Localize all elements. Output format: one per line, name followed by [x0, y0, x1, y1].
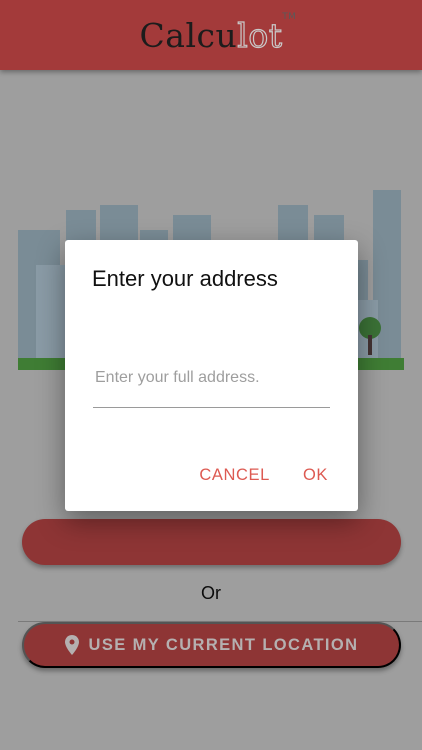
app-header: Calculot TM [0, 0, 422, 70]
map-pin-icon [64, 635, 79, 655]
logo-text-secondary: lot [237, 15, 283, 55]
use-current-location-button[interactable]: USE MY CURRENT LOCATION [22, 622, 401, 668]
logo-text-primary: Calcu [139, 15, 238, 55]
app-logo: Calculot TM [139, 12, 296, 55]
trademark-mark: TM [282, 11, 297, 22]
dialog-actions: CANCEL OK [199, 466, 328, 485]
address-dialog: Enter your address CANCEL OK [65, 240, 358, 511]
location-button-label: USE MY CURRENT LOCATION [88, 635, 359, 654]
or-separator-text: Or [201, 583, 221, 603]
ok-button[interactable]: OK [303, 466, 328, 485]
dialog-title: Enter your address [92, 266, 278, 291]
address-input[interactable] [93, 348, 330, 408]
enter-address-button[interactable] [22, 519, 401, 565]
cancel-button[interactable]: CANCEL [199, 466, 270, 485]
